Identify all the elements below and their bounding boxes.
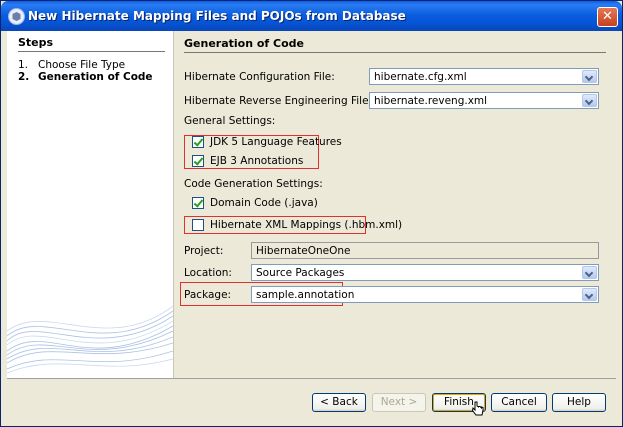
location-label: Location: (184, 267, 232, 279)
jdk5-label[interactable]: JDK 5 Language Features (210, 136, 342, 148)
chevron-down-icon[interactable] (582, 288, 597, 301)
config-file-value: hibernate.cfg.xml (374, 71, 467, 83)
dialog-window: New Hibernate Mapping Files and POJOs fr… (0, 0, 623, 427)
project-field: HibernateOneOne (251, 242, 599, 259)
config-file-combobox[interactable]: hibernate.cfg.xml (369, 68, 599, 85)
step-item-generation-of-code: 2. Generation of Code (18, 71, 153, 83)
domain-code-checkbox[interactable] (192, 197, 204, 209)
ejb3-checkbox[interactable] (192, 155, 204, 167)
cancel-button[interactable]: Cancel (491, 393, 547, 412)
domain-code-label[interactable]: Domain Code (.java) (210, 197, 318, 209)
steps-divider (18, 51, 165, 52)
project-value: HibernateOneOne (256, 245, 351, 257)
dialog-content: Steps 1. Choose File Type 2. Generation of… (7, 31, 616, 378)
step-item-choose-file-type: 1. Choose File Type (18, 59, 125, 71)
code-generation-settings-label: Code Generation Settings: (184, 178, 323, 190)
package-combobox[interactable]: sample.annotation (251, 286, 599, 303)
xml-mappings-label[interactable]: Hibernate XML Mappings (.hbm.xml) (210, 219, 402, 231)
steps-panel: Steps 1. Choose File Type 2. Generation of… (7, 31, 173, 378)
xml-mappings-checkbox[interactable] (192, 219, 204, 231)
button-bar-divider (7, 378, 616, 379)
section-heading: Generation of Code (184, 37, 305, 50)
step-label: Choose File Type (38, 59, 126, 71)
chevron-down-icon[interactable] (582, 94, 597, 107)
project-label: Project: (184, 245, 224, 257)
next-button[interactable]: Next > (372, 393, 426, 412)
location-combobox[interactable]: Source Packages (251, 264, 599, 281)
close-button[interactable]: ✕ (597, 7, 618, 27)
step-number: 1. (18, 59, 29, 71)
decorative-waves-image (7, 305, 173, 374)
reveng-file-label: Hibernate Reverse Engineering File: (184, 95, 373, 107)
package-label: Package: (184, 289, 232, 301)
window-title: New Hibernate Mapping Files and POJOs fr… (28, 9, 406, 23)
jdk5-checkbox[interactable] (192, 136, 204, 148)
back-button[interactable]: < Back (312, 393, 366, 412)
chevron-down-icon[interactable] (582, 266, 597, 279)
ejb3-label[interactable]: EJB 3 Annotations (210, 155, 303, 167)
package-input[interactable]: sample.annotation (256, 289, 354, 301)
hand-cursor-icon (472, 401, 484, 416)
chevron-down-icon[interactable] (582, 70, 597, 83)
section-divider (184, 52, 606, 53)
reveng-file-value: hibernate.reveng.xml (374, 95, 488, 107)
hibernate-icon (8, 8, 25, 25)
step-label: Generation of Code (38, 71, 153, 83)
steps-heading: Steps (18, 36, 54, 49)
help-button[interactable]: Help (552, 393, 606, 412)
config-file-label: Hibernate Configuration File: (184, 71, 335, 83)
location-value: Source Packages (256, 267, 345, 279)
reveng-file-combobox[interactable]: hibernate.reveng.xml (369, 92, 599, 109)
general-settings-label: General Settings: (184, 115, 276, 127)
generation-of-code-panel: Generation of Code Hibernate Configurati… (174, 31, 616, 378)
step-number: 2. (18, 71, 30, 83)
title-bar[interactable]: New Hibernate Mapping Files and POJOs fr… (1, 1, 622, 31)
